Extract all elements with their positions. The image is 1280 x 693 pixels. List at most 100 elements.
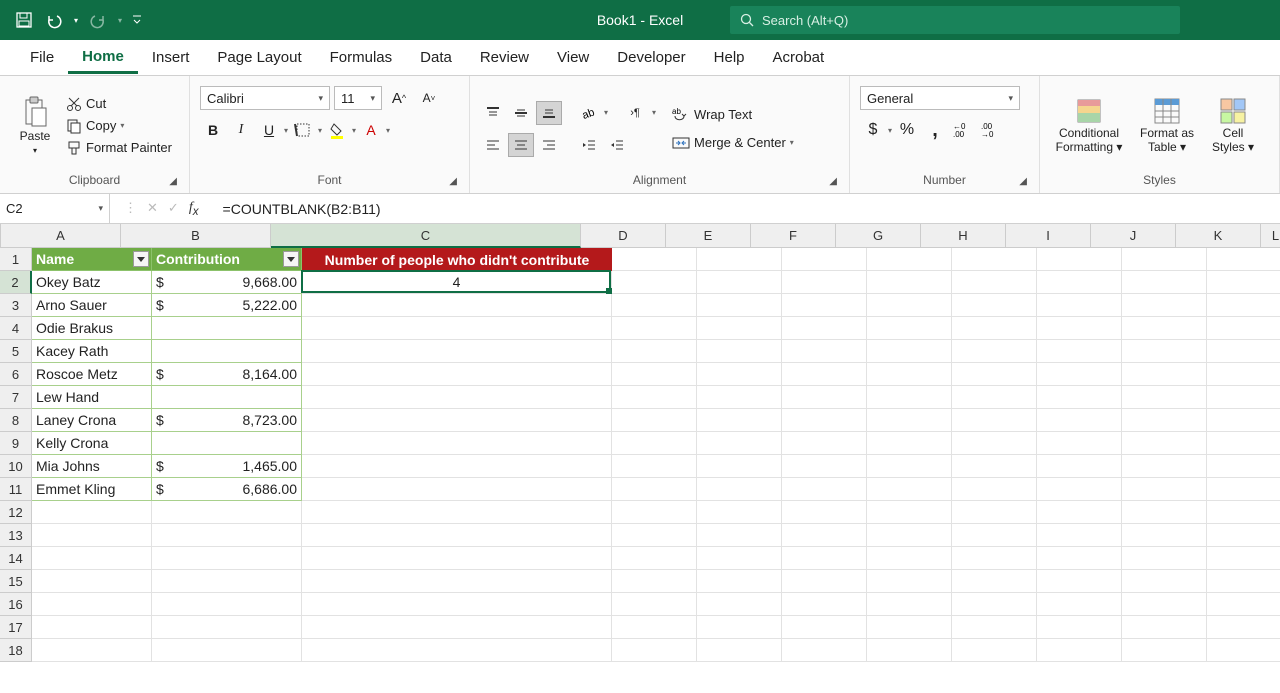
row-header-11[interactable]: 11 [0, 478, 32, 501]
cell-D1[interactable] [612, 248, 697, 271]
cell-E17[interactable] [697, 616, 782, 639]
cell-A18[interactable] [32, 639, 152, 662]
cell-B17[interactable] [152, 616, 302, 639]
number-dialog-launcher[interactable]: ◢ [1019, 176, 1027, 187]
cell-A6[interactable]: Roscoe Metz [32, 363, 152, 386]
cut-button[interactable]: Cut [66, 94, 172, 114]
cell-I11[interactable] [1037, 478, 1122, 501]
tab-data[interactable]: Data [406, 43, 466, 72]
cell-H6[interactable] [952, 363, 1037, 386]
cell-I18[interactable] [1037, 639, 1122, 662]
cell-F13[interactable] [782, 524, 867, 547]
cell-G10[interactable] [867, 455, 952, 478]
cell-K4[interactable] [1207, 317, 1280, 340]
row-header-5[interactable]: 5 [0, 340, 32, 363]
cell-D7[interactable] [612, 386, 697, 409]
cell-C2[interactable]: 4 [302, 271, 612, 294]
cell-I8[interactable] [1037, 409, 1122, 432]
cell-C12[interactable] [302, 501, 612, 524]
cell-D17[interactable] [612, 616, 697, 639]
save-button[interactable] [10, 6, 38, 34]
redo-dropdown[interactable]: ▾ [114, 6, 126, 34]
cell-E13[interactable] [697, 524, 782, 547]
cell-C16[interactable] [302, 593, 612, 616]
filter-button-A[interactable] [133, 251, 149, 267]
row-header-7[interactable]: 7 [0, 386, 32, 409]
cell-J12[interactable] [1122, 501, 1207, 524]
redo-button[interactable] [84, 6, 112, 34]
cell-I16[interactable] [1037, 593, 1122, 616]
cell-I14[interactable] [1037, 547, 1122, 570]
tab-review[interactable]: Review [466, 43, 543, 72]
cell-H5[interactable] [952, 340, 1037, 363]
cell-F15[interactable] [782, 570, 867, 593]
undo-dropdown[interactable]: ▾ [70, 6, 82, 34]
formula-input[interactable]: =COUNTBLANK(B2:B11) [213, 201, 1280, 217]
cell-J18[interactable] [1122, 639, 1207, 662]
cell-B10[interactable]: $1,465.00 [152, 455, 302, 478]
cell-J13[interactable] [1122, 524, 1207, 547]
cell-B3[interactable]: $5,222.00 [152, 294, 302, 317]
cell-E11[interactable] [697, 478, 782, 501]
row-header-12[interactable]: 12 [0, 501, 32, 524]
cell-A9[interactable]: Kelly Crona [32, 432, 152, 455]
cell-E12[interactable] [697, 501, 782, 524]
cell-F1[interactable] [782, 248, 867, 271]
merge-center-button[interactable]: Merge & Center ▾ [672, 133, 794, 153]
row-header-13[interactable]: 13 [0, 524, 32, 547]
filter-button-B[interactable] [283, 251, 299, 267]
cell-E7[interactable] [697, 386, 782, 409]
cell-H1[interactable] [952, 248, 1037, 271]
cell-F11[interactable] [782, 478, 867, 501]
cell-I7[interactable] [1037, 386, 1122, 409]
cell-E9[interactable] [697, 432, 782, 455]
enter-formula-button[interactable]: ✓ [168, 200, 179, 216]
row-header-4[interactable]: 4 [0, 317, 32, 340]
align-middle-button[interactable] [508, 101, 534, 125]
cell-K12[interactable] [1207, 501, 1280, 524]
cell-C13[interactable] [302, 524, 612, 547]
cell-B16[interactable] [152, 593, 302, 616]
cell-F18[interactable] [782, 639, 867, 662]
cell-E14[interactable] [697, 547, 782, 570]
cell-J3[interactable] [1122, 294, 1207, 317]
cell-H2[interactable] [952, 271, 1037, 294]
cell-J9[interactable] [1122, 432, 1207, 455]
align-right-button[interactable] [536, 133, 562, 157]
cell-B8[interactable]: $8,723.00 [152, 409, 302, 432]
cell-G12[interactable] [867, 501, 952, 524]
cell-F4[interactable] [782, 317, 867, 340]
cell-E4[interactable] [697, 317, 782, 340]
cell-H16[interactable] [952, 593, 1037, 616]
cell-K10[interactable] [1207, 455, 1280, 478]
cell-J2[interactable] [1122, 271, 1207, 294]
decrease-indent-button[interactable] [576, 133, 602, 157]
cell-E16[interactable] [697, 593, 782, 616]
cell-G8[interactable] [867, 409, 952, 432]
borders-button[interactable] [290, 118, 316, 142]
cell-D12[interactable] [612, 501, 697, 524]
cell-G11[interactable] [867, 478, 952, 501]
cell-K16[interactable] [1207, 593, 1280, 616]
conditional-formatting-button[interactable]: Conditional Formatting ▾ [1050, 97, 1128, 153]
cell-E18[interactable] [697, 639, 782, 662]
cell-C5[interactable] [302, 340, 612, 363]
tab-file[interactable]: File [16, 43, 68, 72]
col-header-I[interactable]: I [1006, 224, 1091, 248]
cell-K14[interactable] [1207, 547, 1280, 570]
cell-B1[interactable]: Contribution [152, 248, 302, 271]
cell-A8[interactable]: Laney Crona [32, 409, 152, 432]
cell-K7[interactable] [1207, 386, 1280, 409]
tab-formulas[interactable]: Formulas [316, 43, 407, 72]
cell-F17[interactable] [782, 616, 867, 639]
cell-J15[interactable] [1122, 570, 1207, 593]
cell-A14[interactable] [32, 547, 152, 570]
cell-K18[interactable] [1207, 639, 1280, 662]
fill-color-button[interactable] [324, 118, 350, 142]
font-size-combo[interactable]: 11▾ [334, 86, 382, 110]
cell-H8[interactable] [952, 409, 1037, 432]
row-header-16[interactable]: 16 [0, 593, 32, 616]
percent-format-button[interactable]: % [894, 118, 920, 142]
cells-area[interactable]: NameContributionNumber of people who did… [32, 248, 1280, 662]
cell-G18[interactable] [867, 639, 952, 662]
